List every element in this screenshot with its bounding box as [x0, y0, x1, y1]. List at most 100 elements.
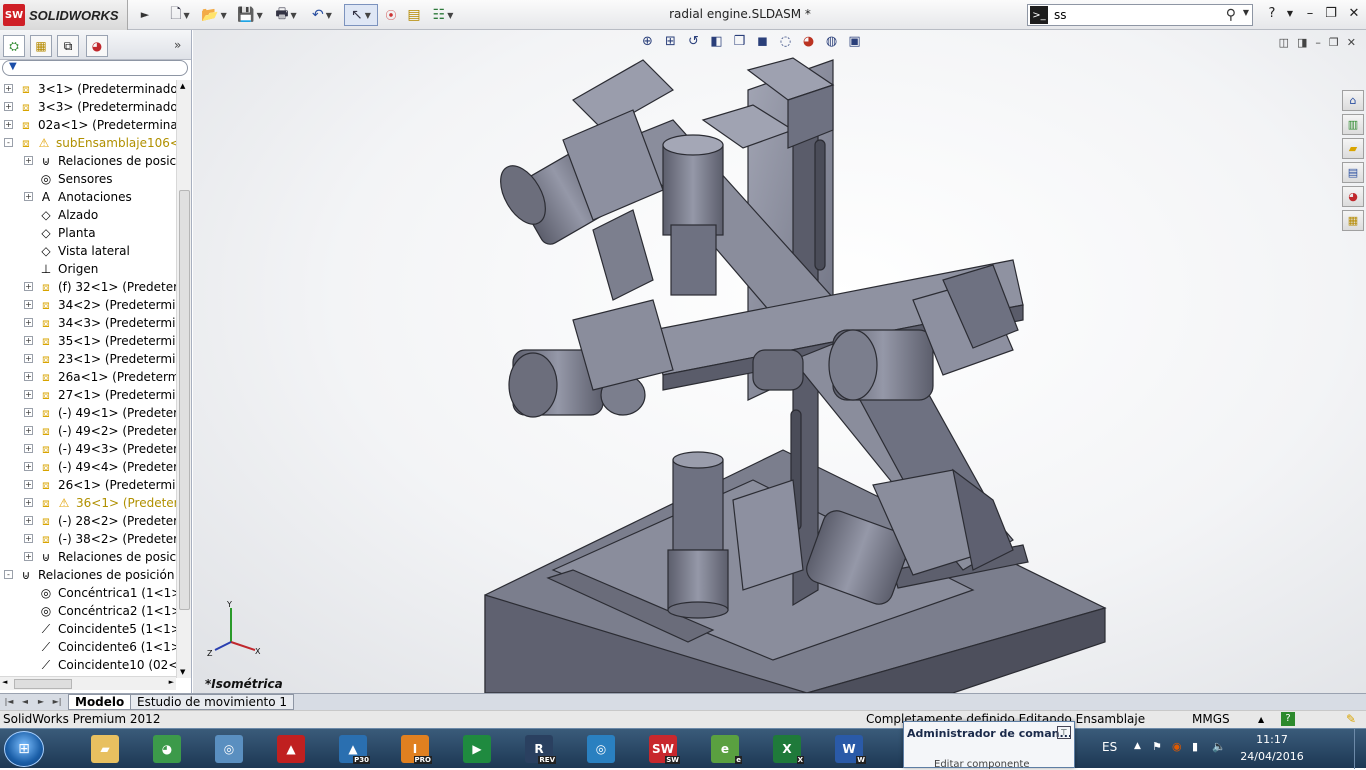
vertical-scrollbar[interactable]: ▲ ▼	[176, 80, 191, 678]
help-dropdown-icon[interactable]: ▼	[1280, 5, 1300, 23]
show-hidden-icons-icon[interactable]: ▲	[1134, 741, 1141, 751]
expand-icon[interactable]: +	[24, 156, 33, 165]
expand-icon[interactable]: +	[24, 390, 33, 399]
expand-icon[interactable]: +	[24, 534, 33, 543]
expand-icon[interactable]: +	[24, 480, 33, 489]
tree-item[interactable]: + A Anotaciones	[0, 188, 176, 206]
tree-item[interactable]: + ⧈ 27<1> (Predeterminac	[0, 386, 176, 404]
expand-icon[interactable]: +	[24, 336, 33, 345]
show-desktop-button[interactable]	[1354, 729, 1366, 769]
panel-expand-icon[interactable]: »	[174, 38, 181, 52]
tree-item[interactable]: + ⧈ (f) 32<1> (Predetermi	[0, 278, 176, 296]
scrollbar-thumb[interactable]	[14, 679, 72, 689]
tree-item[interactable]: + ⧈ 23<1> (Predeterminac	[0, 350, 176, 368]
units-dropdown-icon[interactable]: ▲	[1258, 711, 1264, 728]
close-button[interactable]: ✕	[1344, 5, 1364, 23]
action-center-icon[interactable]: ⚑	[1152, 740, 1162, 753]
solidworks-menu-button[interactable]: SW SOLIDWORKS	[0, 0, 128, 30]
tree-item[interactable]: + ⧈ 34<3> (Predeterminac	[0, 314, 176, 332]
collapse-icon[interactable]: -	[4, 138, 13, 147]
tree-filter[interactable]: ▼	[2, 60, 188, 76]
tree-item[interactable]: + ⧈ 26<1> (Predeterminac	[0, 476, 176, 494]
graphics-area[interactable]: ⊕ ⊞ ↺ ◧ ❒ ◼ ◌ ◕ ◍ ▣ ◫ ◨ – ❐ ✕ Y X Z *Iso…	[193, 30, 1366, 693]
taskbar-app-blue-ring-button[interactable]: ◎	[578, 732, 624, 766]
tree-item[interactable]: + ⧈ (-) 38<2> (Predetermi	[0, 530, 176, 548]
assembly-model[interactable]	[193, 30, 1366, 693]
taskbar-app-swirl-button[interactable]: ◎	[206, 732, 252, 766]
tree-item[interactable]: -⧈ ⚠ subEnsamblaje106<1>	[0, 134, 176, 152]
expand-icon[interactable]: +	[24, 444, 33, 453]
file-properties-button[interactable]: ▤	[404, 4, 424, 26]
taskbar-autodesk-p30-button[interactable]: ▲ P30	[330, 732, 376, 766]
collapse-icon[interactable]: -	[4, 570, 13, 579]
undo-button[interactable]: ↶ ▼	[308, 4, 336, 26]
tree-item[interactable]: ◎ Concéntrica2 (1<1>,0.	[0, 602, 176, 620]
expand-icon[interactable]: +	[4, 102, 13, 111]
tree-item[interactable]: ◇ Planta	[0, 224, 176, 242]
search-input[interactable]	[1054, 6, 1214, 24]
menu-expand-arrow-icon[interactable]: ►	[136, 4, 154, 26]
edit-component-item[interactable]: Editar componente	[934, 759, 1030, 770]
tab-configurationmanager[interactable]: ⧉	[57, 35, 79, 57]
scroll-left-icon[interactable]: ◄	[2, 678, 7, 686]
tree-item[interactable]: ⟋ Coincidente6 (1<1>,3	[0, 638, 176, 656]
tree-item[interactable]: + ⧈ 3<3> (Predeterminado<<	[0, 98, 176, 116]
start-button[interactable]: ⊞	[4, 731, 44, 767]
status-tooltip-icon[interactable]: ✎	[1346, 711, 1356, 728]
tree-item[interactable]: + ⧈ 3<1> (Predeterminado<<	[0, 80, 176, 98]
taskbar-app-green-button[interactable]: ▶	[454, 732, 500, 766]
taskbar-word-button[interactable]: WW	[826, 732, 872, 766]
expand-icon[interactable]: +	[24, 282, 33, 291]
expand-icon[interactable]: +	[24, 426, 33, 435]
tree-item[interactable]: + ⧈ (-) 28<2> (Predetermi	[0, 512, 176, 530]
restore-button[interactable]: ❐	[1321, 5, 1341, 23]
expand-icon[interactable]: +	[4, 120, 13, 129]
print-button[interactable]: 🖶 ▼	[272, 4, 300, 26]
tree-item[interactable]: + ⧈ (-) 49<3> (Predetermi	[0, 440, 176, 458]
scrollbar-thumb[interactable]	[179, 190, 190, 610]
language-indicator[interactable]: ES	[1102, 740, 1117, 754]
expand-icon[interactable]: +	[24, 516, 33, 525]
expand-icon[interactable]: +	[24, 318, 33, 327]
open-button[interactable]: 📂 ▼	[200, 4, 228, 26]
taskbar-chrome-button[interactable]: ◕	[144, 732, 190, 766]
tree-item[interactable]: ⊥ Origen	[0, 260, 176, 278]
taskbar-edrawings-button[interactable]: ee	[702, 732, 748, 766]
taskbar-revit-button[interactable]: R REV	[516, 732, 562, 766]
horizontal-scrollbar[interactable]: ◄ ►	[0, 676, 176, 690]
tree-item[interactable]: + ⧈ 26a<1> (Predetermina	[0, 368, 176, 386]
units-indicator[interactable]: MMGS	[1192, 711, 1230, 728]
help-button[interactable]: ?	[1262, 5, 1282, 23]
scroll-up-icon[interactable]: ▲	[180, 82, 185, 90]
tree-item[interactable]: - ⊍ Relaciones de posición	[0, 566, 176, 584]
expand-icon[interactable]: +	[24, 462, 33, 471]
help-status-icon[interactable]: ?	[1281, 712, 1295, 726]
options-button[interactable]: ☷ ▼	[428, 4, 458, 26]
file-explorer-tab[interactable]: ▰	[1342, 138, 1364, 159]
clock-date[interactable]: 24/04/2016	[1222, 750, 1322, 763]
next-tab-icon[interactable]: ►	[34, 695, 48, 709]
tab-model[interactable]: Modelo	[68, 694, 132, 710]
command-search-icon[interactable]: >_	[1030, 6, 1048, 24]
minimize-button[interactable]: –	[1300, 5, 1320, 23]
solidworks-resources-tab[interactable]: ⌂	[1342, 90, 1364, 111]
tab-motion-study[interactable]: Estudio de movimiento 1	[130, 694, 295, 710]
design-library-tab[interactable]: ▥	[1342, 114, 1364, 135]
expand-icon[interactable]: +	[24, 354, 33, 363]
appearances-tab[interactable]: ◕	[1342, 186, 1364, 207]
new-document-button[interactable]: 🗋 ▼	[166, 4, 194, 26]
tree-item[interactable]: ⟋ Coincidente5 (1<1>,0.	[0, 620, 176, 638]
tab-featuremanager[interactable]: ⛭	[3, 35, 25, 57]
view-palette-tab[interactable]: ▤	[1342, 162, 1364, 183]
expand-icon[interactable]: +	[24, 300, 33, 309]
rebuild-button[interactable]: ⦿	[382, 4, 400, 26]
pin-icon[interactable]: ⊤	[1057, 726, 1071, 739]
tree-item[interactable]: ◎ Concéntrica1 (1<1>,0.	[0, 584, 176, 602]
tree-item[interactable]: ◇ Vista lateral	[0, 242, 176, 260]
expand-icon[interactable]: +	[4, 84, 13, 93]
save-button[interactable]: 💾 ▼	[236, 4, 264, 26]
tree-item[interactable]: + ⊍ Relaciones de posición	[0, 548, 176, 566]
tab-propertymanager[interactable]: ▦	[30, 35, 52, 57]
taskbar-autocad-button[interactable]: ▲	[268, 732, 314, 766]
chevron-down-icon[interactable]: ▼	[1243, 8, 1249, 17]
